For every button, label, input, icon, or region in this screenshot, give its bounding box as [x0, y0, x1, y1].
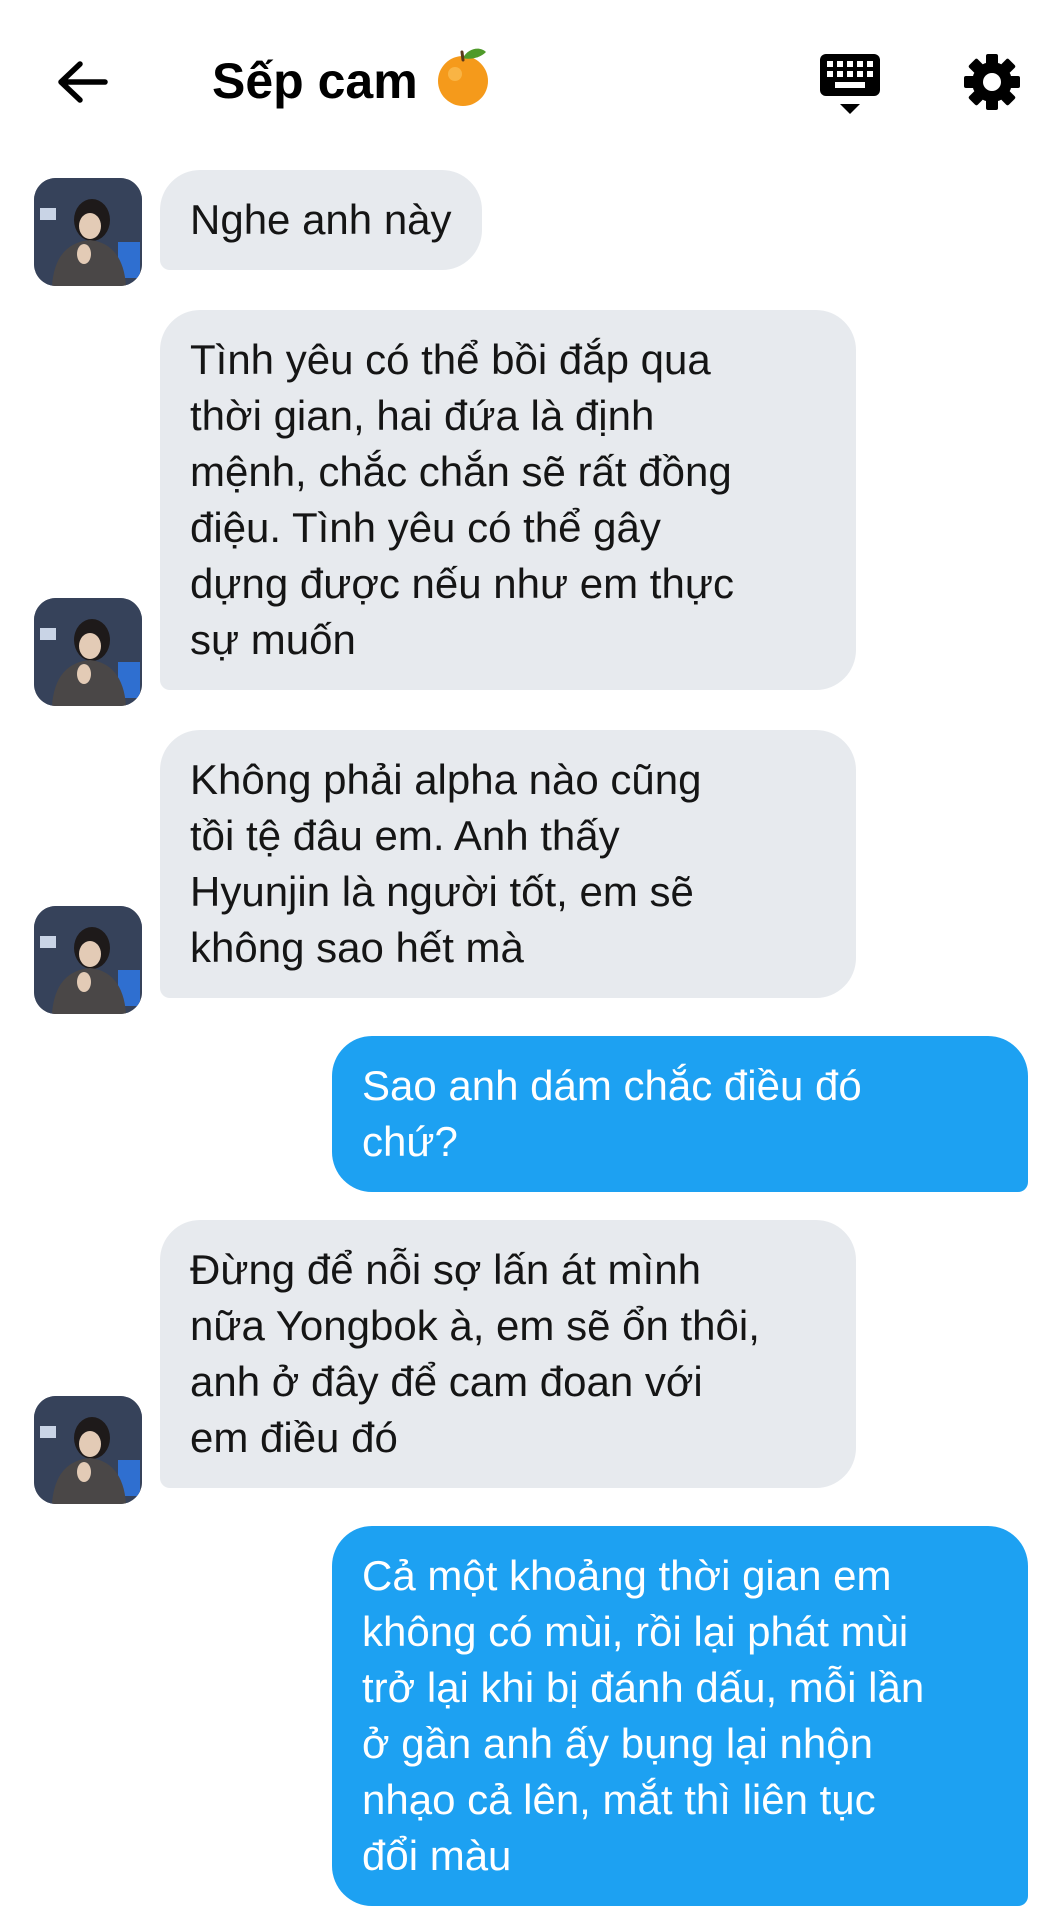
message-bubble-received[interactable]: Không phải alpha nào cũng tồi tệ đâu em.… [160, 730, 856, 998]
avatar[interactable] [34, 1396, 142, 1504]
back-button[interactable] [52, 52, 112, 112]
message-bubble-sent[interactable]: Cả một khoảng thời gian em không có mùi,… [332, 1526, 1028, 1906]
chat-title[interactable]: Sếp cam [212, 46, 494, 116]
message-bubble-received[interactable]: Đừng để nỗi sợ lấn át mình nữa Yongbok à… [160, 1220, 856, 1488]
message-bubble-received[interactable]: Tình yêu có thể bồi đắp qua thời gian, h… [160, 310, 856, 690]
orange-emoji-icon [437, 48, 488, 106]
arrow-left-icon [58, 61, 108, 103]
message-bubble-sent[interactable]: Sao anh dám chắc điều đó chứ? [332, 1036, 1028, 1192]
avatar-photo [34, 178, 142, 286]
message-bubble-received[interactable]: Nghe anh này [160, 170, 482, 270]
avatar[interactable] [34, 598, 142, 706]
avatar-photo [34, 906, 142, 1014]
avatar-photo [34, 598, 142, 706]
avatar[interactable] [34, 178, 142, 286]
gear-icon [964, 54, 1020, 110]
avatar-photo [34, 1396, 142, 1504]
keyboard-button[interactable] [818, 52, 882, 118]
avatar[interactable] [34, 906, 142, 1014]
chat-title-text: Sếp cam [212, 53, 418, 109]
keyboard-icon [820, 54, 880, 114]
chat-header: Sếp cam [0, 0, 1062, 165]
settings-button[interactable] [962, 52, 1022, 112]
